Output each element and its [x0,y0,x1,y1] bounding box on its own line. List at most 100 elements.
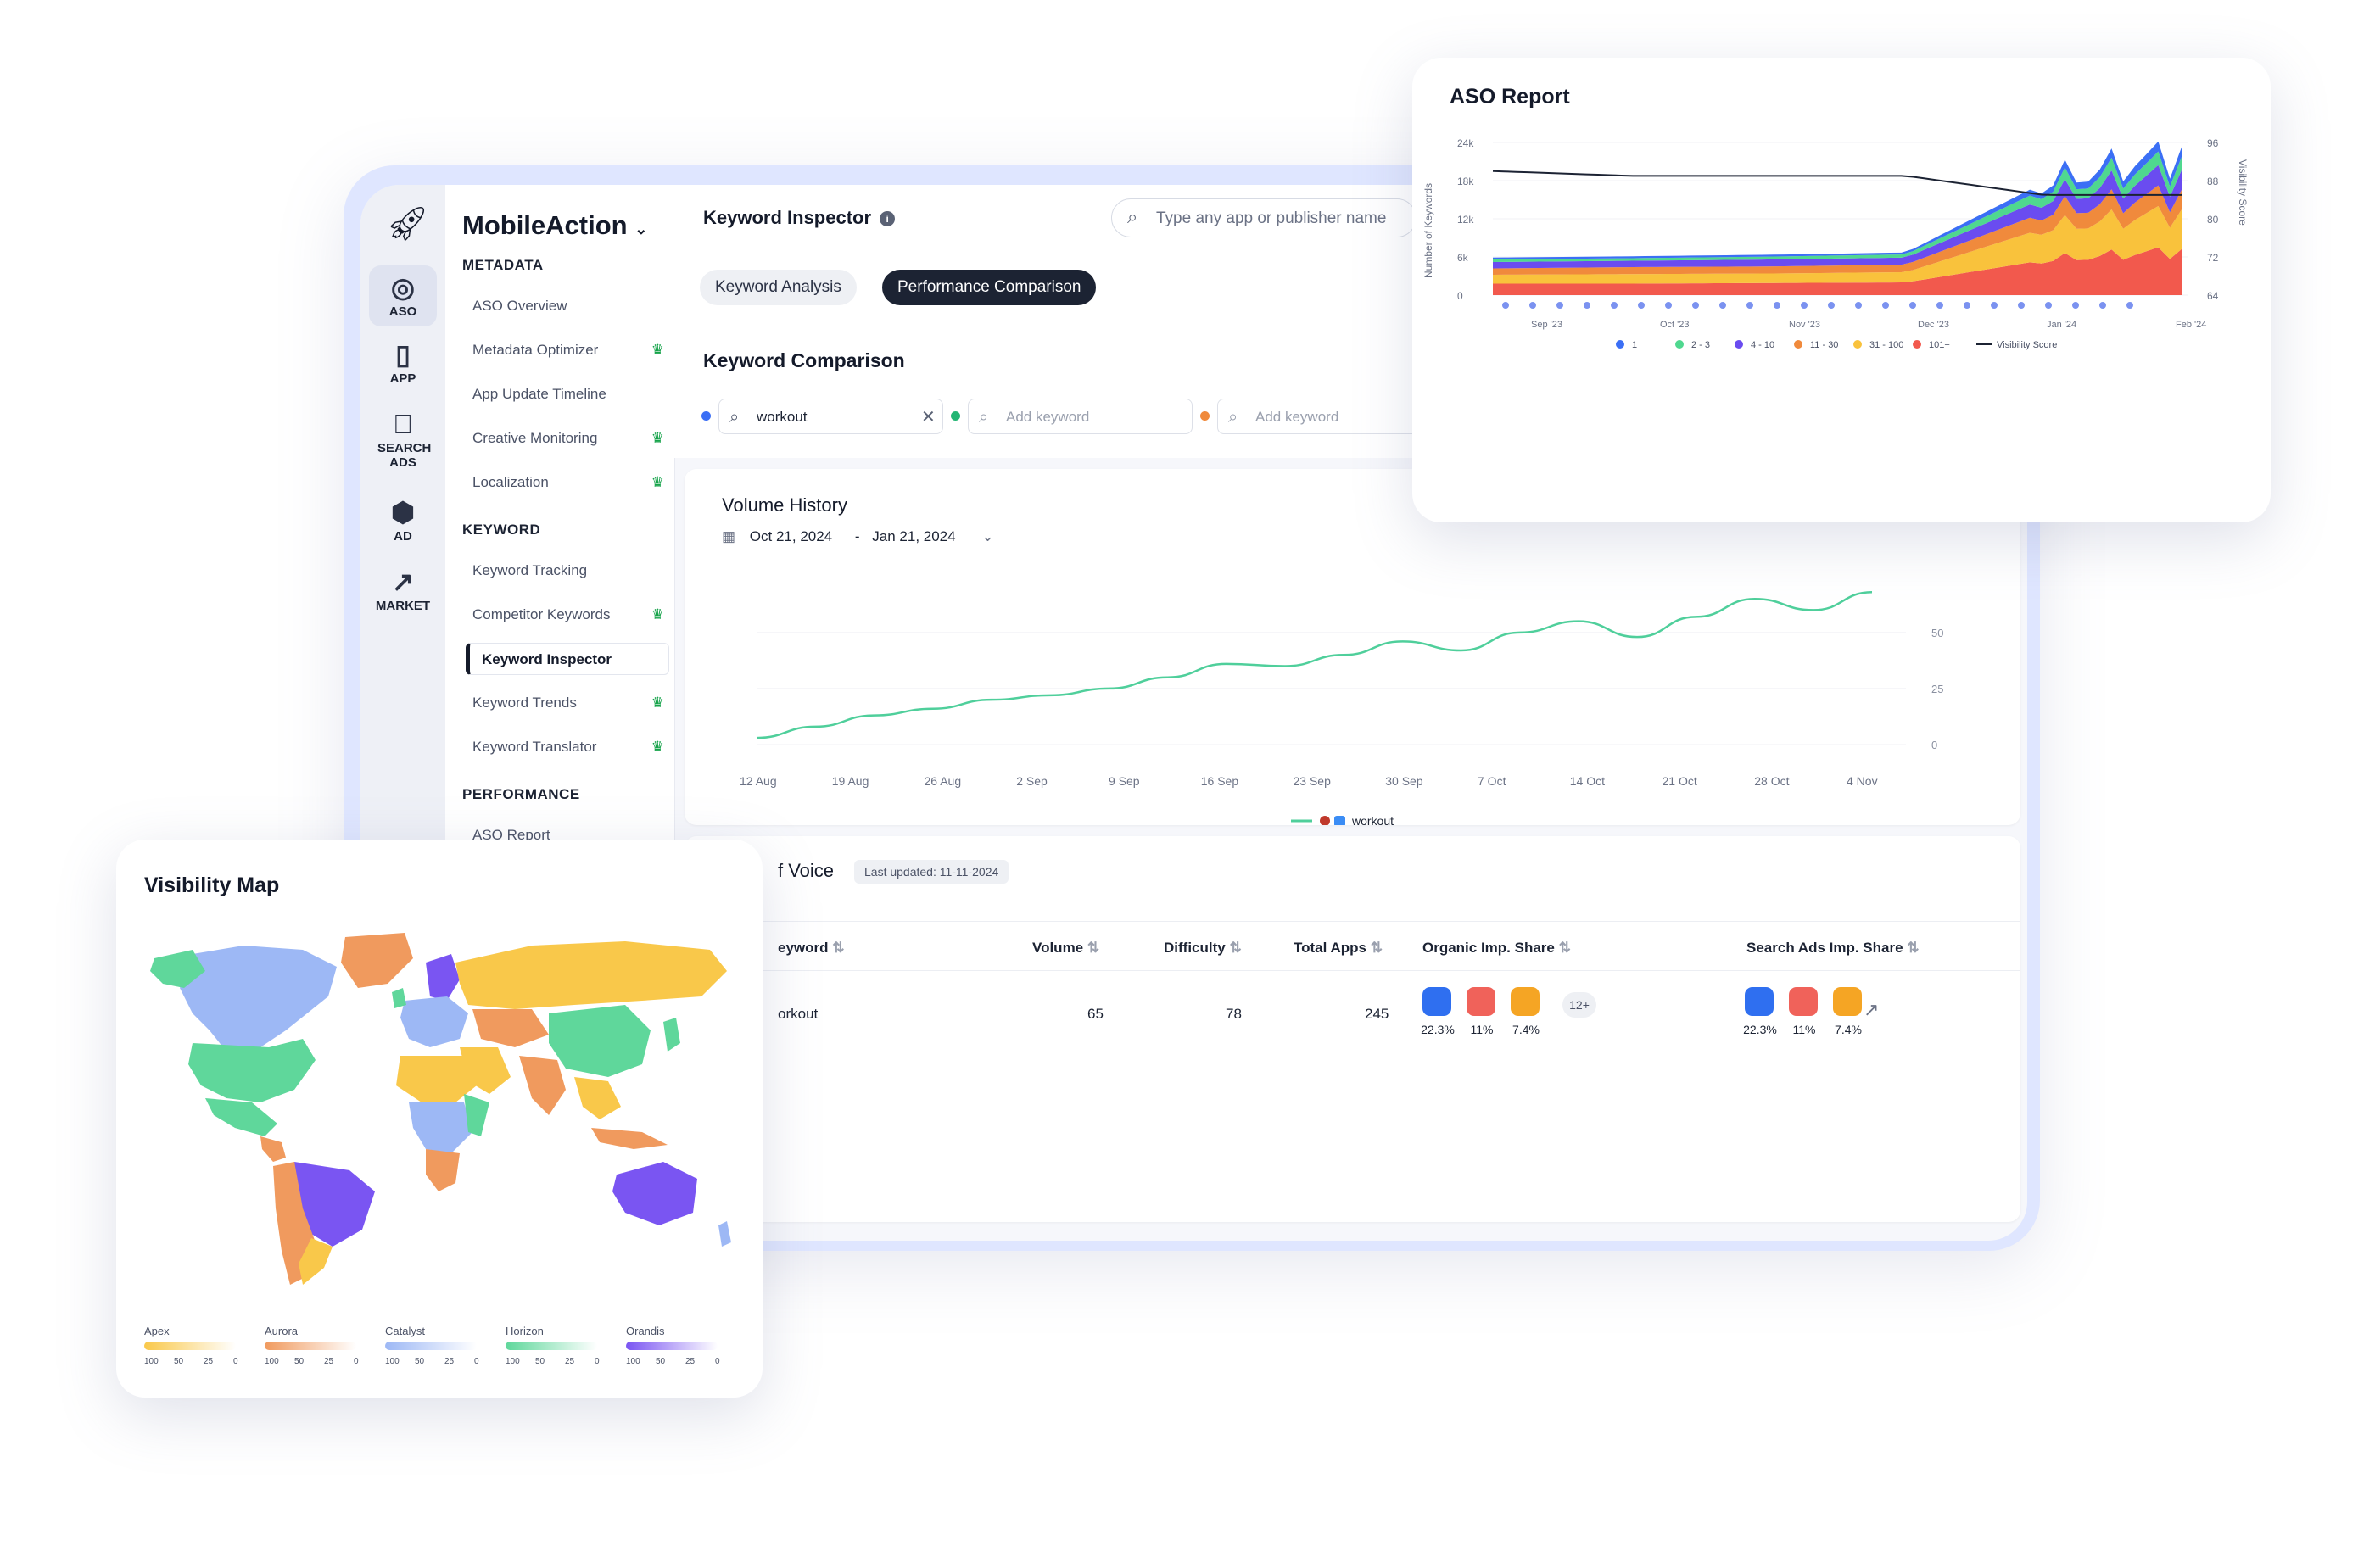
map-region-japan[interactable] [663,1018,680,1052]
map-region-central-africa[interactable] [409,1102,472,1153]
event-marker[interactable] [1692,302,1699,309]
keyword-input-3[interactable]: ⌕ Add keyword [1217,399,1442,434]
event-marker[interactable] [2072,302,2079,309]
event-marker[interactable] [1774,302,1780,309]
event-marker[interactable] [1638,302,1645,309]
sidebar-item-metadata-optimizer[interactable]: Metadata Optimizer ♛ [472,342,676,359]
app-icon[interactable] [1511,987,1540,1016]
event-marker[interactable] [1611,302,1618,309]
y-tick-label: 0 [1931,739,1937,751]
calendar-icon: ▦ [722,528,736,544]
tab-keyword-analysis[interactable]: Keyword Analysis [700,270,857,305]
app-icon[interactable] [1745,987,1774,1016]
map-region-europe[interactable] [400,996,468,1047]
event-marker[interactable] [1502,302,1509,309]
info-icon[interactable]: i [880,211,896,226]
col-total-apps[interactable]: Total Apps ⇅ [1294,940,1383,957]
sidebar-item-creative-monitoring[interactable]: Creative Monitoring ♛ [472,430,676,447]
event-marker[interactable] [1665,302,1672,309]
event-marker[interactable] [2045,302,2052,309]
tab-performance-comparison[interactable]: Performance Comparison [882,270,1097,305]
event-marker[interactable] [1964,302,1970,309]
event-marker[interactable] [1828,302,1835,309]
event-marker[interactable] [1719,302,1726,309]
sidebar-item-keyword-trends[interactable]: Keyword Trends ♛ [472,695,676,711]
app-icon[interactable] [1422,987,1451,1016]
sidebar-item-label: Keyword Translator [472,739,597,755]
y-right-tick: 72 [2207,252,2219,264]
aso-report-chart: 24k 18k 12k 6k 0 96 88 80 72 64 Number of Keywords… [1422,137,2249,350]
sidebar-item-keyword-inspector[interactable]: Keyword Inspector [466,643,669,675]
map-region-china[interactable] [549,1005,651,1077]
map-legend-scale: 100 [506,1357,520,1366]
event-marker[interactable] [1529,302,1536,309]
app-icon[interactable] [1789,987,1818,1016]
map-region-central-america[interactable] [260,1136,286,1162]
volume-history-card: Volume History ▦ Oct 21, 2024 - Jan 21, … [685,469,2020,825]
sidebar-item-app-update-timeline[interactable]: App Update Timeline [472,386,676,403]
clear-icon[interactable]: ✕ [921,399,936,435]
event-marker[interactable] [1936,302,1943,309]
event-marker[interactable] [1991,302,1998,309]
row-volume: 65 [1087,1006,1104,1022]
x-tick-label: 30 Sep [1385,774,1423,788]
event-marker[interactable] [2099,302,2106,309]
rail-item-market[interactable]: ↗ MARKET [369,565,437,613]
sidebar-item-competitor-keywords[interactable]: Competitor Keywords ♛ [472,606,676,623]
rail-item-app[interactable]: ▯ APP [369,338,437,386]
col-search-ads-share[interactable]: Search Ads Imp. Share ⇅ [1746,940,1920,957]
map-legend-scale: 50 [535,1357,545,1366]
sidebar-item-localization[interactable]: Localization ♛ [472,474,676,491]
col-organic-share[interactable]: Organic Imp. Share ⇅ [1422,940,1571,957]
map-region-greenland[interactable] [341,933,413,988]
sidebar-item-keyword-translator[interactable]: Keyword Translator ♛ [472,739,676,756]
event-marker[interactable] [1882,302,1889,309]
sidebar-section-title: METADATA [462,257,544,273]
map-region-scandinavia[interactable] [426,954,460,1001]
map-region-new-zealand[interactable] [718,1221,731,1247]
crown-icon: ♛ [651,474,664,490]
map-region-southern-africa[interactable] [426,1149,460,1191]
map-region-mexico[interactable] [205,1098,277,1136]
map-region-uk[interactable] [392,988,406,1008]
rail-item-ad[interactable]: ⬢ AD [369,495,437,544]
map-region-southeast-asia[interactable] [574,1077,621,1119]
event-marker[interactable] [1801,302,1808,309]
y-left-tick: 6k [1457,252,1469,264]
aso-report-title: ASO Report [1450,85,1570,109]
event-marker[interactable] [2018,302,2025,309]
app-icon[interactable] [1467,987,1495,1016]
date-range-picker[interactable]: ▦ Oct 21, 2024 - Jan 21, 2024 ⌄ [722,528,994,545]
col-keyword[interactable]: eyword ⇅ [778,940,845,957]
event-marker[interactable] [1746,302,1753,309]
rail-item-aso[interactable]: ◎ ASO [369,265,437,326]
map-region-russia[interactable] [455,941,727,1009]
brand-switcher[interactable]: MobileAction ⌄ [462,210,647,241]
sidebar-item-keyword-tracking[interactable]: Keyword Tracking [472,562,676,579]
col-volume[interactable]: Volume ⇅ [1032,940,1099,957]
map-region-central-asia[interactable] [472,1009,549,1047]
keyword-input-2[interactable]: ⌕ Add keyword [968,399,1193,434]
event-marker[interactable] [2126,302,2133,309]
event-marker[interactable] [1584,302,1590,309]
sidebar-item-aso-overview[interactable]: ASO Overview [472,298,676,315]
legend-label: 31 - 100 [1869,340,1903,350]
rail-item-search-ads[interactable]:  SEARCH ADS [369,407,437,470]
event-marker[interactable] [1909,302,1916,309]
keyword-input-1[interactable]: ⌕ workout ✕ [718,399,943,434]
event-marker[interactable] [1556,302,1563,309]
external-link-icon[interactable]: ↗ [1864,999,1879,1021]
map-region-north-america[interactable] [180,946,337,1052]
map-legend-scale: 0 [715,1357,720,1366]
map-region-usa[interactable] [188,1039,316,1102]
map-region-india[interactable] [519,1056,566,1115]
app-icon[interactable] [1833,987,1862,1016]
col-difficulty[interactable]: Difficulty ⇅ [1164,940,1242,957]
app-search-input[interactable]: ⌕ Type any app or publisher name [1111,198,1417,237]
map-region-indonesia[interactable] [591,1128,668,1149]
map-legend-scale: 0 [595,1357,600,1366]
more-apps-badge[interactable]: 12+ [1562,992,1596,1018]
x-tick-label: Feb '24 [2176,320,2206,330]
map-region-australia[interactable] [612,1162,697,1225]
event-marker[interactable] [1855,302,1862,309]
